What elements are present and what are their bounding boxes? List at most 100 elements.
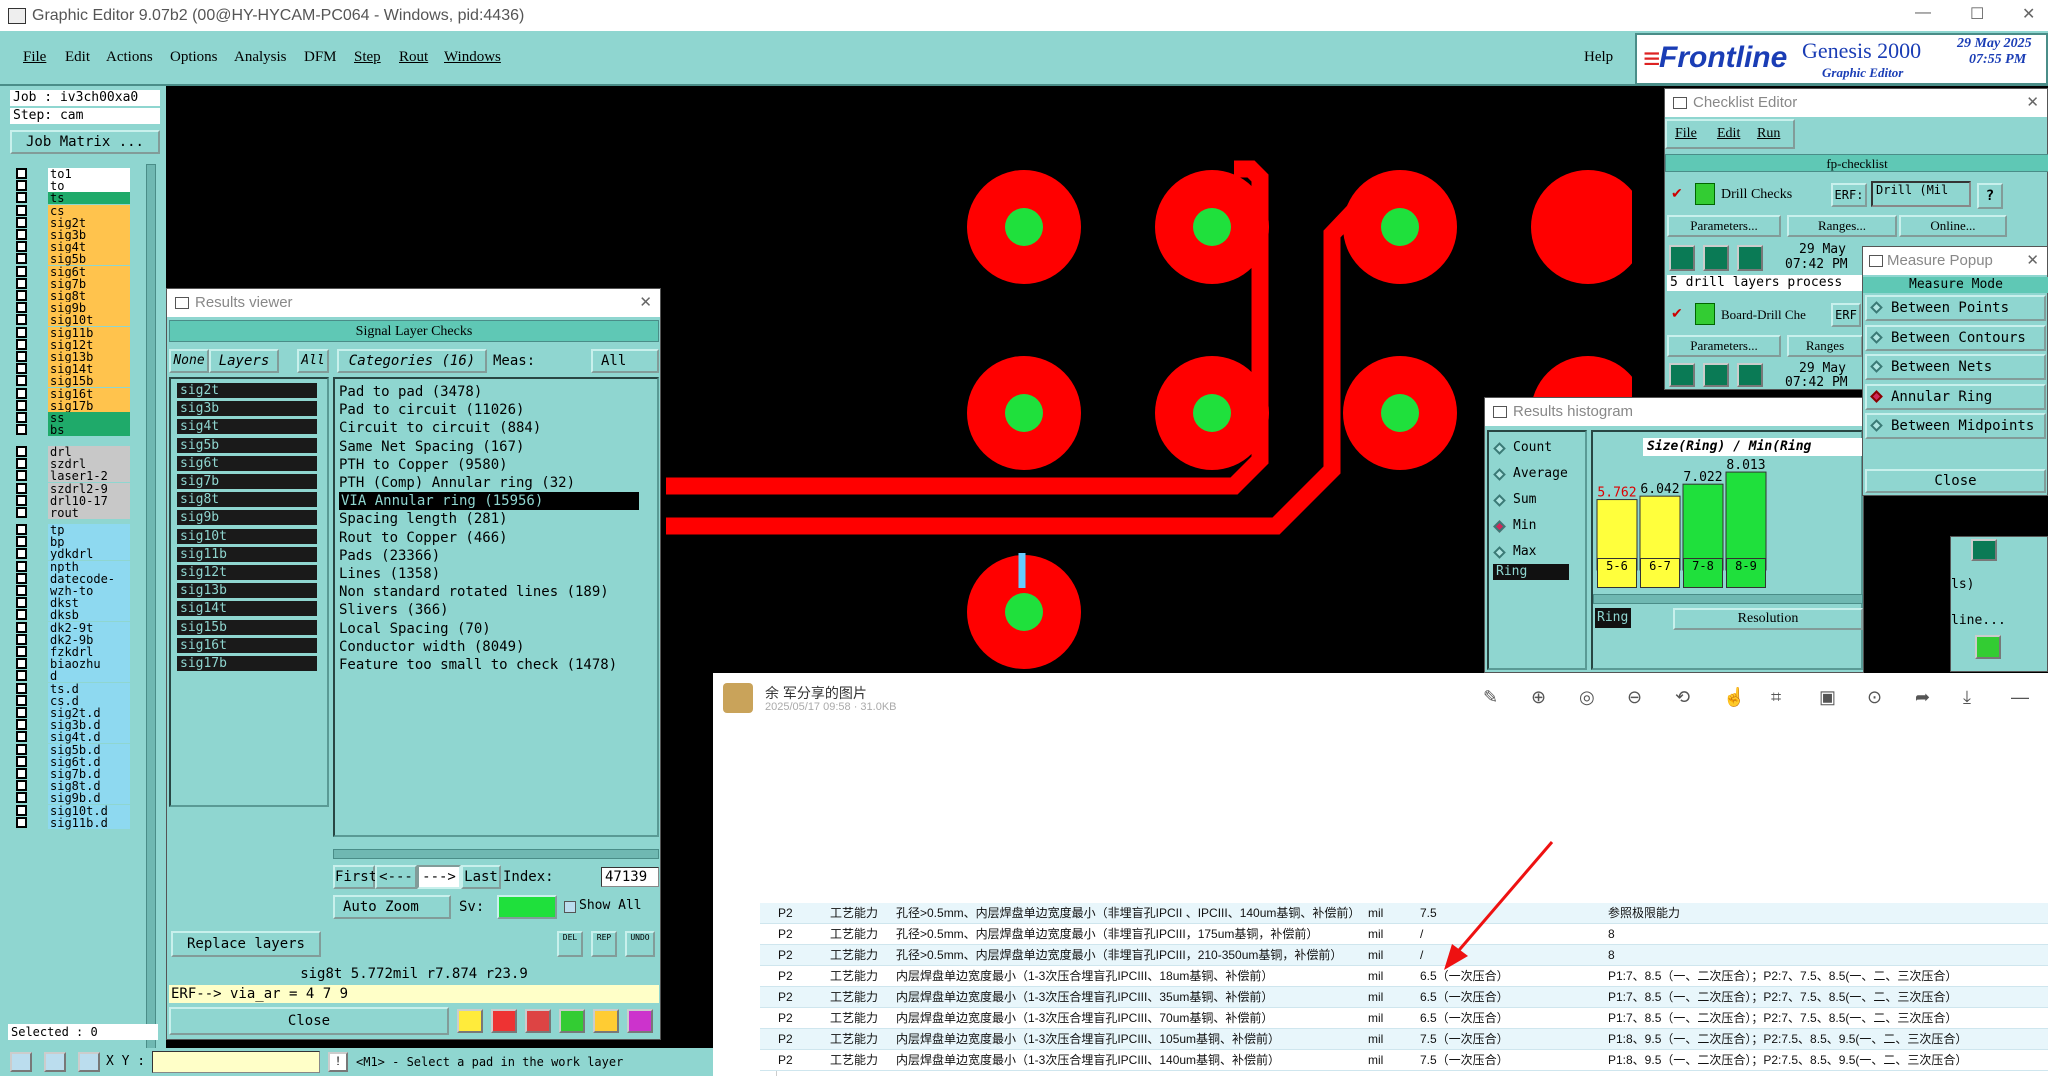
layer-checkbox[interactable] <box>16 470 27 482</box>
layer-item[interactable]: sig4t.d <box>48 731 130 744</box>
menu-edit[interactable]: Edit <box>65 49 90 66</box>
layer-checkbox[interactable] <box>16 253 27 265</box>
menu-file[interactable]: File <box>23 49 46 66</box>
layer-item[interactable]: sig7b.d <box>48 768 130 780</box>
layer-item[interactable]: sig7b <box>48 277 130 290</box>
hand-icon[interactable]: ☝ <box>1723 687 1745 708</box>
crop-icon[interactable]: ⌗ <box>1771 687 1781 708</box>
category-item[interactable]: Feature too small to check (1478) <box>339 656 617 674</box>
check-icon[interactable]: ✔ <box>1671 185 1683 202</box>
minimize-icon[interactable]: — <box>1915 4 1931 22</box>
stat-radio-icon[interactable] <box>1493 494 1506 507</box>
run-icon[interactable] <box>1703 363 1729 387</box>
layer-item[interactable]: sig2t.d <box>48 707 130 719</box>
meas-dropdown[interactable]: All <box>591 349 659 373</box>
menu-step[interactable]: Step <box>354 49 381 66</box>
result-layer-item[interactable]: sig14t <box>177 601 317 617</box>
layer-checkbox[interactable] <box>16 536 27 548</box>
layer-item[interactable]: sig11b <box>48 326 130 339</box>
layer-checkbox[interactable] <box>16 375 27 387</box>
layer-item[interactable]: dkst <box>48 597 130 610</box>
layer-item[interactable]: dk2-9t <box>48 621 130 634</box>
cl-menu-file[interactable]: File <box>1675 126 1697 142</box>
layer-checkbox[interactable] <box>16 326 27 338</box>
download-icon[interactable]: ⤓ <box>1963 687 1971 708</box>
erf-button[interactable]: ERF: <box>1831 183 1867 207</box>
layer-checkbox[interactable] <box>16 363 27 375</box>
stat-radio-icon[interactable] <box>1493 546 1506 559</box>
highlight-icon[interactable] <box>457 1009 483 1033</box>
more-icon[interactable]: — <box>2011 687 2029 708</box>
result-layer-item[interactable]: sig11b <box>177 546 317 562</box>
peek-online[interactable]: line... <box>1951 613 2006 628</box>
run-icon[interactable] <box>1703 245 1729 271</box>
stat-max[interactable]: Max <box>1513 544 1536 559</box>
layer-item[interactable]: dksb <box>48 609 130 622</box>
stat-sum[interactable]: Sum <box>1513 492 1536 507</box>
run-icon[interactable] <box>1737 363 1763 387</box>
layer-scrollbar[interactable] <box>146 164 156 1064</box>
layer-item[interactable]: rout <box>48 507 130 519</box>
layer-item[interactable]: sig17b <box>48 399 130 412</box>
layer-checkbox[interactable] <box>16 387 27 399</box>
measure-close-button[interactable]: Close <box>1865 469 2046 493</box>
histogram-bar[interactable] <box>1725 471 1767 571</box>
layer-item[interactable]: drl <box>48 446 130 458</box>
result-layer-item[interactable]: sig9b <box>177 510 317 526</box>
stat-min[interactable]: Min <box>1513 518 1536 533</box>
layer-item[interactable]: sig3b.d <box>48 719 130 732</box>
layer-item[interactable]: sig3b <box>48 229 130 241</box>
layer-item[interactable]: sig10t.d <box>48 804 130 817</box>
stat-radio-icon[interactable] <box>1493 442 1506 455</box>
index-field[interactable]: 47139 <box>601 867 659 887</box>
layer-checkbox[interactable] <box>16 816 27 828</box>
erf-field[interactable]: Drill (Mil <box>1871 181 1971 207</box>
grid-tool-icon[interactable] <box>78 1052 100 1072</box>
parameters-button[interactable]: Parameters... <box>1667 215 1781 237</box>
ring-field[interactable]: Ring <box>1595 608 1631 628</box>
result-layer-item[interactable]: sig6t <box>177 455 317 471</box>
category-list[interactable]: Pad to pad (3478) Pad to circuit (11026) C… <box>333 377 659 837</box>
layers-button[interactable]: Layers <box>209 349 279 373</box>
layer-item[interactable]: ydkdrl <box>48 548 130 561</box>
layer-item[interactable]: sig16t <box>48 387 130 400</box>
layer-checkbox[interactable] <box>16 412 27 423</box>
layer-checkbox[interactable] <box>16 290 27 301</box>
layer-item[interactable]: npth <box>48 560 130 573</box>
result-layer-item[interactable]: sig8t <box>177 492 317 508</box>
layer-item[interactable]: ts.d <box>48 682 130 695</box>
layer-checkbox[interactable] <box>16 265 27 277</box>
category-item[interactable]: Non standard rotated lines (189) <box>339 583 609 601</box>
layer-item[interactable]: tp <box>48 524 130 536</box>
layer-item[interactable]: ts <box>48 192 130 205</box>
category-item[interactable]: Circuit to circuit (884) <box>339 419 541 437</box>
results-close-button[interactable]: Close <box>169 1007 449 1035</box>
layer-checkbox[interactable] <box>16 780 27 792</box>
category-item[interactable]: Pads (23366) <box>339 547 440 565</box>
layer-item[interactable]: sig9b <box>48 302 130 315</box>
measure-mode-between-contours[interactable]: Between Contours <box>1865 324 2046 351</box>
none-button[interactable]: None <box>169 349 209 373</box>
auto-zoom-dropdown[interactable]: Auto Zoom <box>333 895 451 919</box>
layer-item[interactable]: sig14t <box>48 363 130 376</box>
rotate-icon[interactable]: ⟲ <box>1675 687 1690 708</box>
info-icon[interactable]: ! <box>328 1052 348 1072</box>
layer-checkbox[interactable] <box>16 743 27 755</box>
menu-actions[interactable]: Actions <box>106 49 153 66</box>
layer-checkbox[interactable] <box>16 755 27 767</box>
layer-item[interactable]: d <box>48 670 130 683</box>
menu-options[interactable]: Options <box>170 49 218 66</box>
layer-checkbox[interactable] <box>16 216 27 228</box>
layer-checkbox[interactable] <box>16 548 27 560</box>
run-icon[interactable] <box>1669 245 1695 271</box>
layer-item[interactable]: wzh-to <box>48 585 130 597</box>
close-icon[interactable]: ✕ <box>639 289 652 317</box>
first-button[interactable]: First <box>333 865 377 889</box>
layer-item[interactable]: bp <box>48 536 130 549</box>
layer-checkbox[interactable] <box>16 524 27 535</box>
measure-mode-between-nets[interactable]: Between Nets <box>1865 354 2046 380</box>
category-item[interactable]: Pad to circuit (11026) <box>339 401 524 419</box>
result-layer-item[interactable]: sig13b <box>177 583 317 599</box>
result-layer-item[interactable]: sig2t <box>177 383 317 398</box>
measure-mode-between-midpoints[interactable]: Between Midpoints <box>1865 413 2046 439</box>
